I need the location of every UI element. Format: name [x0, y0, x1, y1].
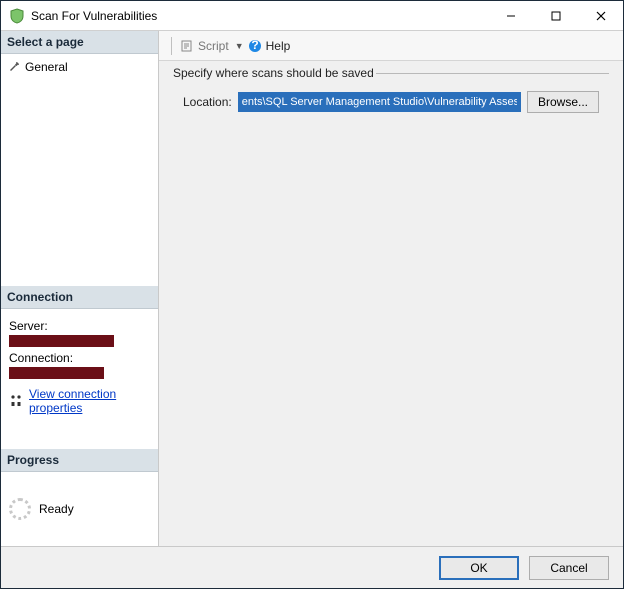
toolbar: Script ▼ ? Help: [159, 31, 623, 61]
location-label: Location:: [183, 95, 232, 109]
close-button[interactable]: [578, 1, 623, 30]
save-location-group: Specify where scans should be saved Loca…: [173, 73, 609, 123]
content-area: Specify where scans should be saved Loca…: [159, 61, 623, 546]
toolbar-separator: [171, 37, 172, 55]
maximize-button[interactable]: [533, 1, 578, 30]
chevron-down-icon: ▼: [235, 41, 244, 51]
minimize-button[interactable]: [488, 1, 533, 30]
dialog-window: Scan For Vulnerabilities Select a page: [0, 0, 624, 589]
server-label: Server:: [9, 319, 150, 333]
titlebar: Scan For Vulnerabilities: [1, 1, 623, 31]
progress-header: Progress: [1, 449, 158, 472]
window-controls: [488, 1, 623, 30]
progress-spinner-icon: [9, 498, 31, 520]
connection-header: Connection: [1, 286, 158, 309]
connection-panel: Server: Connection: View connection prop…: [1, 309, 158, 421]
select-page-header: Select a page: [1, 31, 158, 54]
sidebar-item-general[interactable]: General: [7, 58, 152, 76]
script-label: Script: [198, 39, 229, 53]
script-icon: [180, 39, 194, 53]
script-dropdown[interactable]: Script ▼: [180, 39, 244, 53]
dialog-footer: OK Cancel: [1, 546, 623, 588]
page-list: General: [1, 54, 158, 286]
group-title: Specify where scans should be saved: [173, 66, 376, 80]
server-value-redacted: [9, 335, 114, 347]
ok-button[interactable]: OK: [439, 556, 519, 580]
sidebar-item-label: General: [25, 60, 68, 74]
progress-panel: Ready: [1, 472, 158, 546]
connection-value-redacted: [9, 367, 104, 379]
svg-text:?: ?: [251, 39, 258, 52]
main-panel: Script ▼ ? Help Specify where s: [159, 31, 623, 546]
view-connection-properties-link[interactable]: View connection properties: [29, 387, 150, 415]
view-connection-properties[interactable]: View connection properties: [9, 387, 150, 415]
sidebar: Select a page General Connection Server:…: [1, 31, 159, 546]
connection-label: Connection:: [9, 351, 150, 365]
cancel-button[interactable]: Cancel: [529, 556, 609, 580]
browse-button[interactable]: Browse...: [527, 91, 599, 113]
location-input[interactable]: [238, 92, 521, 112]
shield-icon: [9, 8, 25, 24]
help-icon: ?: [248, 39, 262, 53]
help-label: Help: [266, 39, 291, 53]
client-area: Select a page General Connection Server:…: [1, 31, 623, 546]
wrench-icon: [7, 60, 21, 74]
progress-status: Ready: [39, 502, 74, 516]
connection-icon: [9, 394, 23, 408]
window-title: Scan For Vulnerabilities: [31, 9, 488, 23]
help-button[interactable]: ? Help: [248, 39, 291, 53]
